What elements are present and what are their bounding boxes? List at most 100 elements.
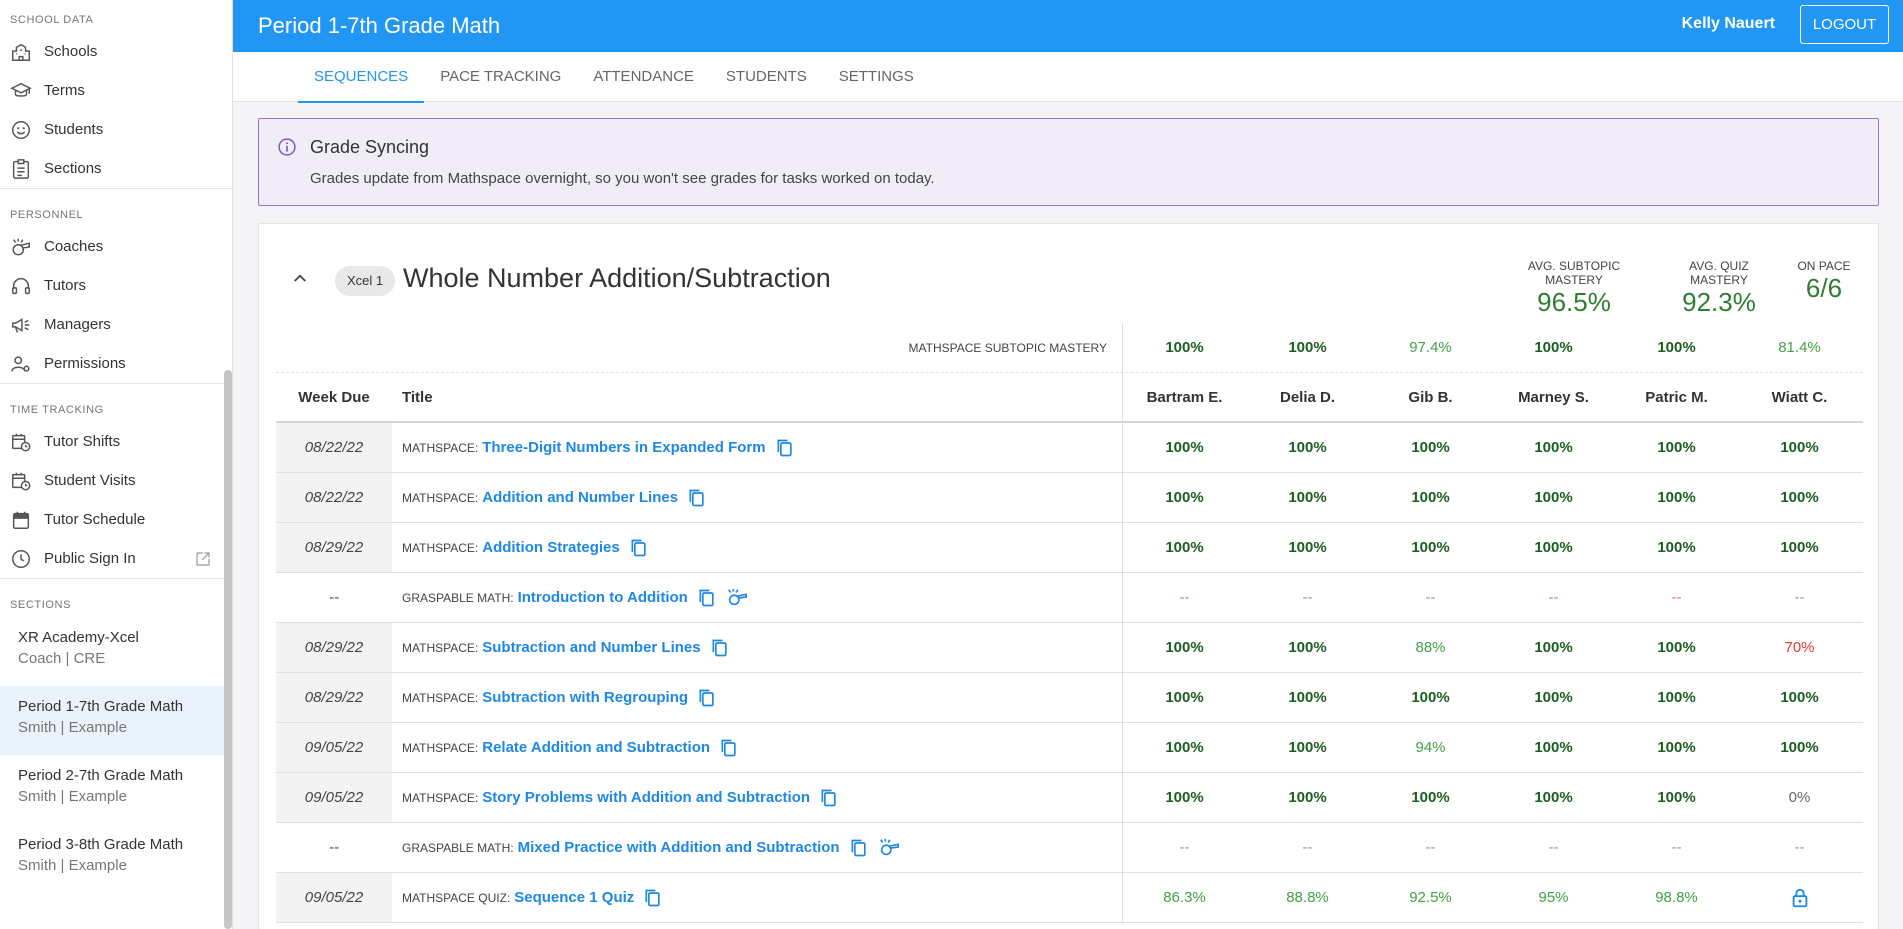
sidebar-group-personnel: Personnel Coaches Tutors Managers Permission… (0, 189, 232, 384)
clock-icon (12, 549, 30, 568)
score-cell: 88% (1415, 639, 1446, 656)
copy-icon[interactable] (719, 737, 739, 759)
task-link[interactable]: Subtraction and Number Lines (482, 639, 700, 656)
sidebar-item-coaches[interactable]: Coaches (0, 227, 232, 266)
task-link[interactable]: Three-Digit Numbers in Expanded Form (482, 439, 765, 456)
sidebar-item-schools[interactable]: Schools (0, 32, 232, 71)
sidebar-item-student-visits[interactable]: Student Visits (0, 461, 232, 500)
copy-icon[interactable] (849, 837, 869, 859)
sidebar-item-students[interactable]: Students (0, 110, 232, 149)
page-title: Period 1-7th Grade Math (258, 13, 501, 38)
top-bar: Period 1-7th Grade Math Kelly Nauert LOG… (233, 0, 1903, 52)
copy-icon[interactable] (687, 487, 707, 509)
task-link[interactable]: Story Problems with Addition and Subtrac… (482, 789, 810, 806)
copy-icon[interactable] (697, 687, 717, 709)
sequence-card: Xcel 1 Whole Number Addition/Subtraction… (258, 223, 1879, 929)
task-source: MATHSPACE: (402, 640, 479, 655)
table-row: 09/05/22 MATHSPACE: Story Problems with Ad… (276, 773, 1863, 823)
task-title-cell: MATHSPACE: Subtraction with Regrouping (392, 673, 1123, 722)
lock-icon[interactable] (1789, 887, 1811, 909)
task-title-cell: GRASPABLE MATH: Mixed Practice with Addit… (392, 823, 1123, 872)
table-row: 08/29/22 MATHSPACE: Subtraction and Number… (276, 623, 1863, 673)
student-header[interactable]: Marney S. (1492, 373, 1615, 421)
task-link[interactable]: Mixed Practice with Addition and Subtrac… (518, 839, 840, 856)
info-icon (278, 138, 296, 156)
score-cell: -- (1302, 839, 1313, 856)
tab-students[interactable]: Students (710, 52, 823, 102)
chevron-up-icon[interactable] (291, 269, 309, 287)
sidebar-heading: School Data (10, 14, 94, 26)
sidebar-item-label: Managers (44, 316, 111, 333)
sidebar-item-tutors[interactable]: Tutors (0, 266, 232, 305)
copy-icon[interactable] (819, 787, 839, 809)
task-title-cell: MATHSPACE: Story Problems with Addition a… (392, 773, 1123, 822)
task-link[interactable]: Relate Addition and Subtraction (482, 739, 710, 756)
graspable-math-icon[interactable] (725, 587, 749, 609)
section-name: Period 2-7th Grade Math (18, 767, 184, 784)
task-link[interactable]: Addition and Number Lines (482, 489, 678, 506)
section-subtitle: Coach | CRE (18, 650, 106, 667)
student-header[interactable]: Delia D. (1246, 373, 1369, 421)
sidebar-item-label: Coaches (44, 238, 104, 255)
section-link-xr-academy-xcel[interactable]: XR Academy-Xcel Coach | CRE (0, 617, 232, 686)
score-cell: 100% (1411, 439, 1450, 456)
section-name: Period 1-7th Grade Math (18, 698, 184, 715)
sidebar-item-tutor-schedule[interactable]: Tutor Schedule (0, 500, 232, 539)
mastery-value: 81.4% (1778, 339, 1821, 356)
sidebar-item-permissions[interactable]: Permissions (0, 344, 232, 383)
sequence-chip: Xcel 1 (335, 266, 396, 296)
task-link[interactable]: Introduction to Addition (518, 589, 688, 606)
task-source: GRASPABLE MATH: (402, 840, 514, 855)
week-due: 09/05/22 (276, 723, 392, 772)
copy-icon[interactable] (629, 537, 649, 559)
score-cell: 100% (1288, 789, 1327, 806)
sidebar-item-sections[interactable]: Sections (0, 149, 232, 188)
sidebar-item-tutor-shifts[interactable]: Tutor Shifts (0, 422, 232, 461)
section-link-period-3-8th-grade-math[interactable]: Period 3-8th Grade Math Smith | Example (0, 824, 232, 893)
task-link[interactable]: Subtraction with Regrouping (482, 689, 688, 706)
score-cell: 95% (1538, 889, 1569, 906)
section-link-period-1-7th-grade-math[interactable]: Period 1-7th Grade Math Smith | Example (0, 686, 232, 755)
title-header[interactable]: Title (392, 373, 1123, 421)
task-link[interactable]: Sequence 1 Quiz (514, 889, 634, 906)
week-due-header[interactable]: Week Due (276, 373, 392, 421)
logout-button[interactable]: LOGOUT (1800, 5, 1889, 44)
sidebar-item-managers[interactable]: Managers (0, 305, 232, 344)
sidebar-heading: Personnel (10, 209, 84, 221)
score-cell: 100% (1534, 489, 1573, 506)
external-link-icon[interactable] (194, 550, 212, 568)
tab-settings[interactable]: Settings (823, 52, 930, 102)
student-header[interactable]: Gib B. (1369, 373, 1492, 421)
score-cell: 86.3% (1163, 889, 1206, 906)
task-link[interactable]: Addition Strategies (482, 539, 620, 556)
score-cell: -- (1794, 839, 1805, 856)
smiley-icon (12, 120, 30, 139)
sidebar-item-label: Permissions (44, 355, 126, 372)
student-header[interactable]: Bartram E. (1123, 373, 1246, 421)
score-cell: -- (1671, 589, 1682, 606)
sidebar-item-public-sign-in[interactable]: Public Sign In (0, 539, 232, 578)
score-cell: 100% (1534, 439, 1573, 456)
copy-icon[interactable] (643, 887, 663, 909)
student-header[interactable]: Wiatt C. (1738, 373, 1861, 421)
sidebar-item-label: Tutors (44, 277, 86, 294)
graspable-math-icon[interactable] (877, 837, 901, 859)
tab-sequences[interactable]: Sequences (298, 52, 425, 103)
score-cell: -- (1548, 589, 1559, 606)
sidebar-item-label: Sections (44, 160, 102, 177)
task-source: MATHSPACE QUIZ: (402, 890, 511, 905)
user-name[interactable]: Kelly Nauert (1682, 15, 1775, 33)
week-due: 09/05/22 (276, 873, 392, 922)
sidebar-item-label: Terms (44, 82, 85, 99)
section-link-period-2-7th-grade-math[interactable]: Period 2-7th Grade Math Smith | Example (0, 755, 232, 824)
tab-pace-tracking[interactable]: Pace Tracking (424, 52, 577, 102)
copy-icon[interactable] (775, 437, 795, 459)
copy-icon[interactable] (710, 637, 730, 659)
tab-attendance[interactable]: Attendance (577, 52, 710, 102)
copy-icon[interactable] (697, 587, 717, 609)
student-header[interactable]: Patric M. (1615, 373, 1738, 421)
score-cell: 100% (1165, 539, 1204, 556)
sidebar-item-terms[interactable]: Terms (0, 71, 232, 110)
sidebar-scrollbar[interactable] (224, 370, 232, 929)
score-cell: 100% (1411, 789, 1450, 806)
